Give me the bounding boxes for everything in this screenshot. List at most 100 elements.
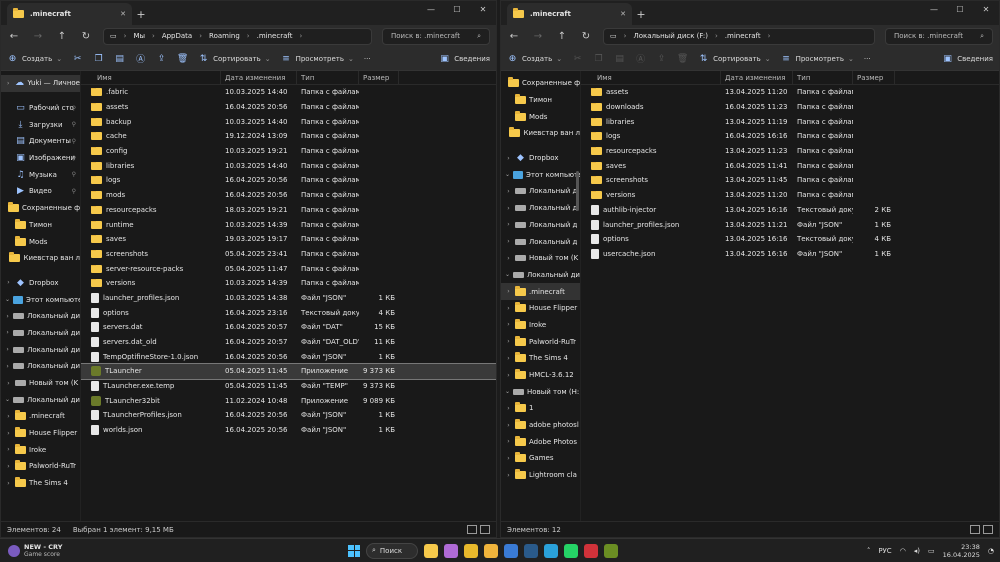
sidebar-item[interactable]: › Новый том (K — [1, 375, 80, 392]
chevron-icon[interactable]: ⌄ — [5, 296, 10, 303]
column-header-0[interactable]: Имя — [81, 71, 221, 84]
file-row[interactable]: TLauncher32bit 11.02.2024 10:48 Приложение… — [81, 393, 496, 408]
sidebar-item[interactable]: › .minecraft — [1, 408, 80, 425]
paste-icon[interactable]: ▤ — [614, 53, 625, 64]
battery-icon[interactable]: ▭ — [928, 547, 935, 555]
chevron-icon[interactable]: › — [505, 205, 512, 212]
paste-icon[interactable]: ▤ — [114, 53, 125, 64]
file-row[interactable]: launcher_profiles.json 10.03.2025 14:38 Фа… — [81, 291, 496, 306]
sidebar-item[interactable]: ▣ Изображени ⚲ — [1, 150, 80, 167]
chevron-icon[interactable]: › — [505, 472, 512, 479]
steam-app-icon[interactable] — [524, 543, 538, 558]
sidebar-item[interactable]: ⌄ Локальный дис — [1, 391, 80, 408]
tab-minecraft[interactable]: .minecraft ✕ — [7, 3, 132, 25]
chevron-icon[interactable]: › — [505, 338, 512, 345]
more-button[interactable]: ··· — [864, 55, 871, 63]
sidebar-item[interactable]: › The Sims 4 — [1, 475, 80, 492]
refresh-button[interactable]: ↻ — [579, 31, 593, 42]
sidebar-item[interactable]: ⌄ Новый том (H:) — [501, 383, 580, 400]
telegram-app-icon[interactable] — [544, 543, 558, 558]
file-row[interactable]: libraries 13.04.2025 11:19 Папка с файлами — [581, 114, 999, 129]
sidebar-item[interactable]: ⤓ Загрузки ⚲ — [1, 116, 80, 133]
cut-icon[interactable]: ✂ — [72, 53, 83, 64]
sidebar-item[interactable]: › Iroke — [1, 441, 80, 458]
wifi-icon[interactable]: ◠ — [900, 547, 906, 555]
sidebar-item[interactable]: › House Flipper — [1, 425, 80, 442]
widgets-button[interactable]: NEW - CRY Game score — [0, 543, 120, 558]
up-button[interactable]: ↑ — [55, 31, 69, 42]
close-tab-icon[interactable]: ✕ — [620, 10, 626, 18]
sidebar-item[interactable]: ▤ Документы ⚲ — [1, 133, 80, 150]
share-icon[interactable]: ⇪ — [656, 53, 667, 64]
sidebar-item[interactable]: Сохраненные ф — [501, 75, 580, 92]
chevron-icon[interactable]: › — [5, 480, 12, 487]
file-row[interactable]: downloads 16.04.2025 11:23 Папка с файлами — [581, 100, 999, 115]
chevron-icon[interactable]: ⌄ — [5, 396, 10, 403]
clock[interactable]: 23:38 16.04.2025 — [943, 543, 980, 559]
view-button[interactable]: ≡ Просмотреть ⌄ — [781, 53, 854, 64]
up-button[interactable]: ↑ — [555, 31, 569, 42]
back-button[interactable]: ← — [507, 31, 521, 42]
breadcrumb-item[interactable]: .minecraft — [257, 32, 293, 40]
column-header-0[interactable]: Имя — [581, 71, 721, 84]
chevron-icon[interactable]: › — [505, 255, 512, 262]
tiles-view-icon[interactable] — [480, 525, 490, 534]
chevron-up-icon[interactable]: ˄ — [867, 547, 871, 555]
sidebar-item[interactable]: › Games — [501, 450, 580, 467]
file-row[interactable]: cache 19.12.2024 13:09 Папка с файлами — [81, 129, 496, 144]
sidebar-item[interactable]: Mods — [1, 233, 80, 250]
create-button[interactable]: ⊕ Создать ⌄ — [507, 53, 562, 64]
chevron-icon[interactable]: › — [505, 188, 512, 195]
notification-icon[interactable]: ◔ — [988, 547, 994, 555]
chevron-icon[interactable]: › — [5, 463, 12, 470]
chevron-icon[interactable]: › — [5, 329, 10, 336]
file-row[interactable]: TempOptifineStore-1.0.json 16.04.2025 20:… — [81, 349, 496, 364]
chevron-icon[interactable]: › — [5, 313, 10, 320]
minecraft-app-icon[interactable] — [604, 543, 618, 558]
file-row[interactable]: mods 16.04.2025 20:56 Папка с файлами — [81, 188, 496, 203]
sidebar-item[interactable]: › HMCL-3.6.12 — [501, 367, 580, 384]
sidebar-item[interactable]: Киевстар ван л — [501, 125, 580, 142]
back-button[interactable]: ← — [7, 31, 21, 42]
chevron-icon[interactable]: › — [505, 321, 512, 328]
column-header-1[interactable]: Дата изменения — [721, 71, 793, 84]
chevron-icon[interactable]: › — [505, 305, 512, 312]
breadcrumb-item[interactable]: AppData — [162, 32, 192, 40]
file-row[interactable]: resourcepacks 13.04.2025 11:23 Папка с фай… — [581, 144, 999, 159]
chevron-icon[interactable]: › — [505, 405, 512, 412]
sidebar-item[interactable]: › Новый том (K — [501, 250, 580, 267]
sidebar-item[interactable]: › Palworld-RuTr — [1, 458, 80, 475]
chevron-icon[interactable]: › — [505, 455, 512, 462]
sidebar-item[interactable]: › Локальный ди — [1, 325, 80, 342]
start-button[interactable] — [348, 544, 360, 557]
file-row[interactable]: resourcepacks 18.03.2025 19:21 Папка с фай… — [81, 203, 496, 218]
file-row[interactable]: launcher_profiles.json 13.04.2025 11:21 Фа… — [581, 217, 999, 232]
new-tab-button[interactable]: + — [632, 3, 650, 25]
file-row[interactable]: backup 10.03.2025 14:40 Папка с файлами — [81, 114, 496, 129]
delete-icon[interactable]: 🗑 — [177, 53, 188, 64]
column-header-2[interactable]: Тип — [793, 71, 853, 84]
sidebar-item[interactable]: Киевстар ван л — [1, 250, 80, 267]
sort-button[interactable]: ⇅ Сортировать ⌄ — [198, 53, 271, 64]
sidebar-item[interactable]: › ◆ Dropbox — [1, 275, 80, 292]
column-header-1[interactable]: Дата изменения — [221, 71, 297, 84]
sidebar-item[interactable]: › House Flipper — [501, 300, 580, 317]
refresh-button[interactable]: ↻ — [79, 31, 93, 42]
file-row[interactable]: assets 16.04.2025 20:56 Папка с файлами — [81, 100, 496, 115]
chevron-icon[interactable]: › — [505, 238, 512, 245]
close-button[interactable]: ✕ — [973, 1, 999, 17]
file-row[interactable]: logs 16.04.2025 16:16 Папка с файлами — [581, 129, 999, 144]
file-row[interactable]: TLauncher 05.04.2025 11:45 Приложение 9 373… — [81, 363, 496, 380]
forward-button[interactable]: → — [31, 31, 45, 42]
create-button[interactable]: ⊕ Создать ⌄ — [7, 53, 62, 64]
sidebar-item[interactable]: › 1 — [501, 400, 580, 417]
sidebar-item[interactable]: ⌄ Локальный дис — [501, 267, 580, 284]
file-row[interactable]: options 13.04.2025 16:16 Текстовый докум..… — [581, 232, 999, 247]
chevron-icon[interactable]: › — [505, 221, 512, 228]
breadcrumb-item[interactable]: Мы — [133, 32, 145, 40]
close-tab-icon[interactable]: ✕ — [120, 10, 126, 18]
file-row[interactable]: config 10.03.2025 19:21 Папка с файлами — [81, 144, 496, 159]
chevron-icon[interactable]: › — [5, 80, 11, 87]
details-view-icon[interactable] — [970, 525, 980, 534]
language-indicator[interactable]: РУС — [878, 547, 891, 555]
